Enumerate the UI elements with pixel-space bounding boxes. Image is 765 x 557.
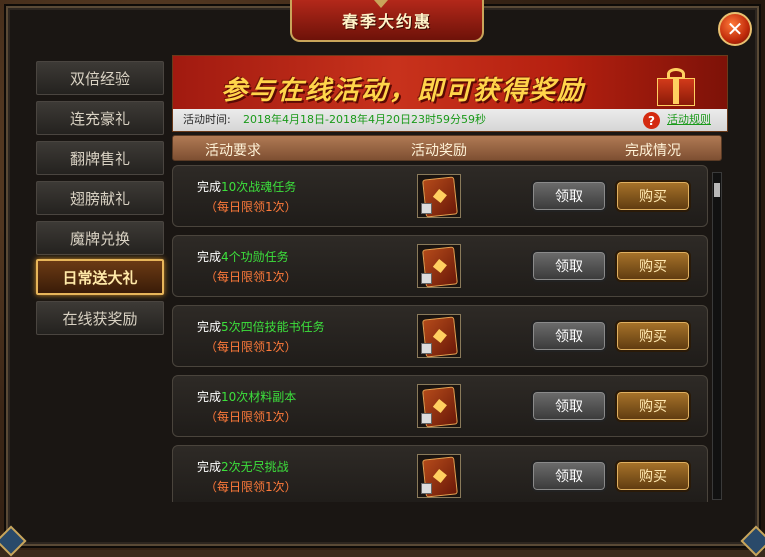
task-limit: （每日限领1次）	[205, 480, 297, 494]
task-list: 完成10次战魂任务 （每日限领1次） 领取 购买 完成4个功勋任务 （每日限领1…	[172, 165, 710, 502]
sidebar-item-label: 翻牌售礼	[69, 149, 130, 168]
task-description: 完成4个功勋任务	[197, 250, 289, 264]
banner-slogan: 参与在线活动，即可获得奖励	[221, 76, 586, 106]
reward-item[interactable]	[417, 244, 461, 288]
task-description: 完成10次材料副本	[197, 390, 297, 404]
lock-icon	[421, 273, 432, 284]
gift-box-icon	[653, 64, 705, 106]
buy-button[interactable]: 购买	[615, 320, 691, 352]
header-reward: 活动奖励	[411, 143, 467, 159]
lock-icon	[421, 343, 432, 354]
table-header: 活动要求 活动奖励 完成情况	[172, 135, 722, 161]
task-limit: （每日限领1次）	[205, 270, 297, 284]
reward-item[interactable]	[417, 314, 461, 358]
sidebar-item-label: 魔牌兑换	[69, 229, 130, 248]
task-limit: （每日限领1次）	[205, 410, 297, 424]
sidebar-item-card-flip-sale[interactable]: 翻牌售礼	[36, 141, 164, 175]
sidebar: 双倍经验 连充豪礼 翻牌售礼 翅膀献礼 魔牌兑换 日常送大礼 在线获奖励	[32, 55, 168, 500]
window-title: 春季大约惠	[341, 12, 432, 31]
close-icon: ✕	[726, 17, 744, 41]
header-requirement: 活动要求	[205, 143, 261, 159]
sidebar-item-online-reward[interactable]: 在线获奖励	[36, 301, 164, 335]
sidebar-item-label: 在线获奖励	[62, 309, 138, 328]
task-description: 完成2次无尽挑战	[197, 460, 289, 474]
event-banner: 参与在线活动，即可获得奖励 活动时间: 2018年4月18日-2018年4月20…	[172, 55, 728, 132]
buy-button[interactable]: 购买	[615, 180, 691, 212]
event-rules-link[interactable]: 活动规则	[667, 111, 711, 127]
reward-item[interactable]	[417, 384, 461, 428]
buy-button[interactable]: 购买	[615, 390, 691, 422]
sidebar-item-double-exp[interactable]: 双倍经验	[36, 61, 164, 95]
event-time-bar: 活动时间: 2018年4月18日-2018年4月20日23时59分59秒 ? 活…	[173, 109, 727, 131]
scrollbar[interactable]	[712, 172, 722, 500]
buy-button[interactable]: 购买	[615, 250, 691, 282]
claim-button[interactable]: 领取	[531, 390, 607, 422]
task-description: 完成10次战魂任务	[197, 180, 297, 194]
claim-button[interactable]: 领取	[531, 460, 607, 492]
sidebar-item-label: 日常送大礼	[62, 268, 138, 287]
buy-button[interactable]: 购买	[615, 460, 691, 492]
lock-icon	[421, 203, 432, 214]
sidebar-item-label: 连充豪礼	[69, 109, 130, 128]
table-row: 完成2次无尽挑战 （每日限领1次） 领取 购买	[172, 445, 708, 502]
table-row: 完成10次战魂任务 （每日限领1次） 领取 购买	[172, 165, 708, 227]
table-row: 完成5次四倍技能书任务 （每日限领1次） 领取 购买	[172, 305, 708, 367]
header-status: 完成情况	[625, 143, 681, 159]
title-bar: 春季大约惠	[290, 0, 484, 42]
event-time-value: 2018年4月18日-2018年4月20日23时59分59秒	[243, 113, 486, 126]
task-limit: （每日限领1次）	[205, 340, 297, 354]
close-button[interactable]: ✕	[718, 12, 752, 46]
scroll-thumb[interactable]	[714, 183, 720, 197]
event-time-label: 活动时间:	[183, 113, 231, 126]
reward-item[interactable]	[417, 174, 461, 218]
sidebar-item-daily-gift[interactable]: 日常送大礼	[36, 259, 164, 295]
sidebar-item-label: 双倍经验	[69, 69, 130, 88]
reward-item[interactable]	[417, 454, 461, 498]
lock-icon	[421, 413, 432, 424]
table-row: 完成4个功勋任务 （每日限领1次） 领取 购买	[172, 235, 708, 297]
claim-button[interactable]: 领取	[531, 320, 607, 352]
claim-button[interactable]: 领取	[531, 180, 607, 212]
lock-icon	[421, 483, 432, 494]
claim-button[interactable]: 领取	[531, 250, 607, 282]
sidebar-item-recharge-gift[interactable]: 连充豪礼	[36, 101, 164, 135]
help-icon[interactable]: ?	[643, 112, 660, 129]
task-limit: （每日限领1次）	[205, 200, 297, 214]
sidebar-item-label: 翅膀献礼	[69, 189, 130, 208]
task-description: 完成5次四倍技能书任务	[197, 320, 325, 334]
table-row: 完成10次材料副本 （每日限领1次） 领取 购买	[172, 375, 708, 437]
sidebar-item-magic-card-exchange[interactable]: 魔牌兑换	[36, 221, 164, 255]
sidebar-item-wings-gift[interactable]: 翅膀献礼	[36, 181, 164, 215]
